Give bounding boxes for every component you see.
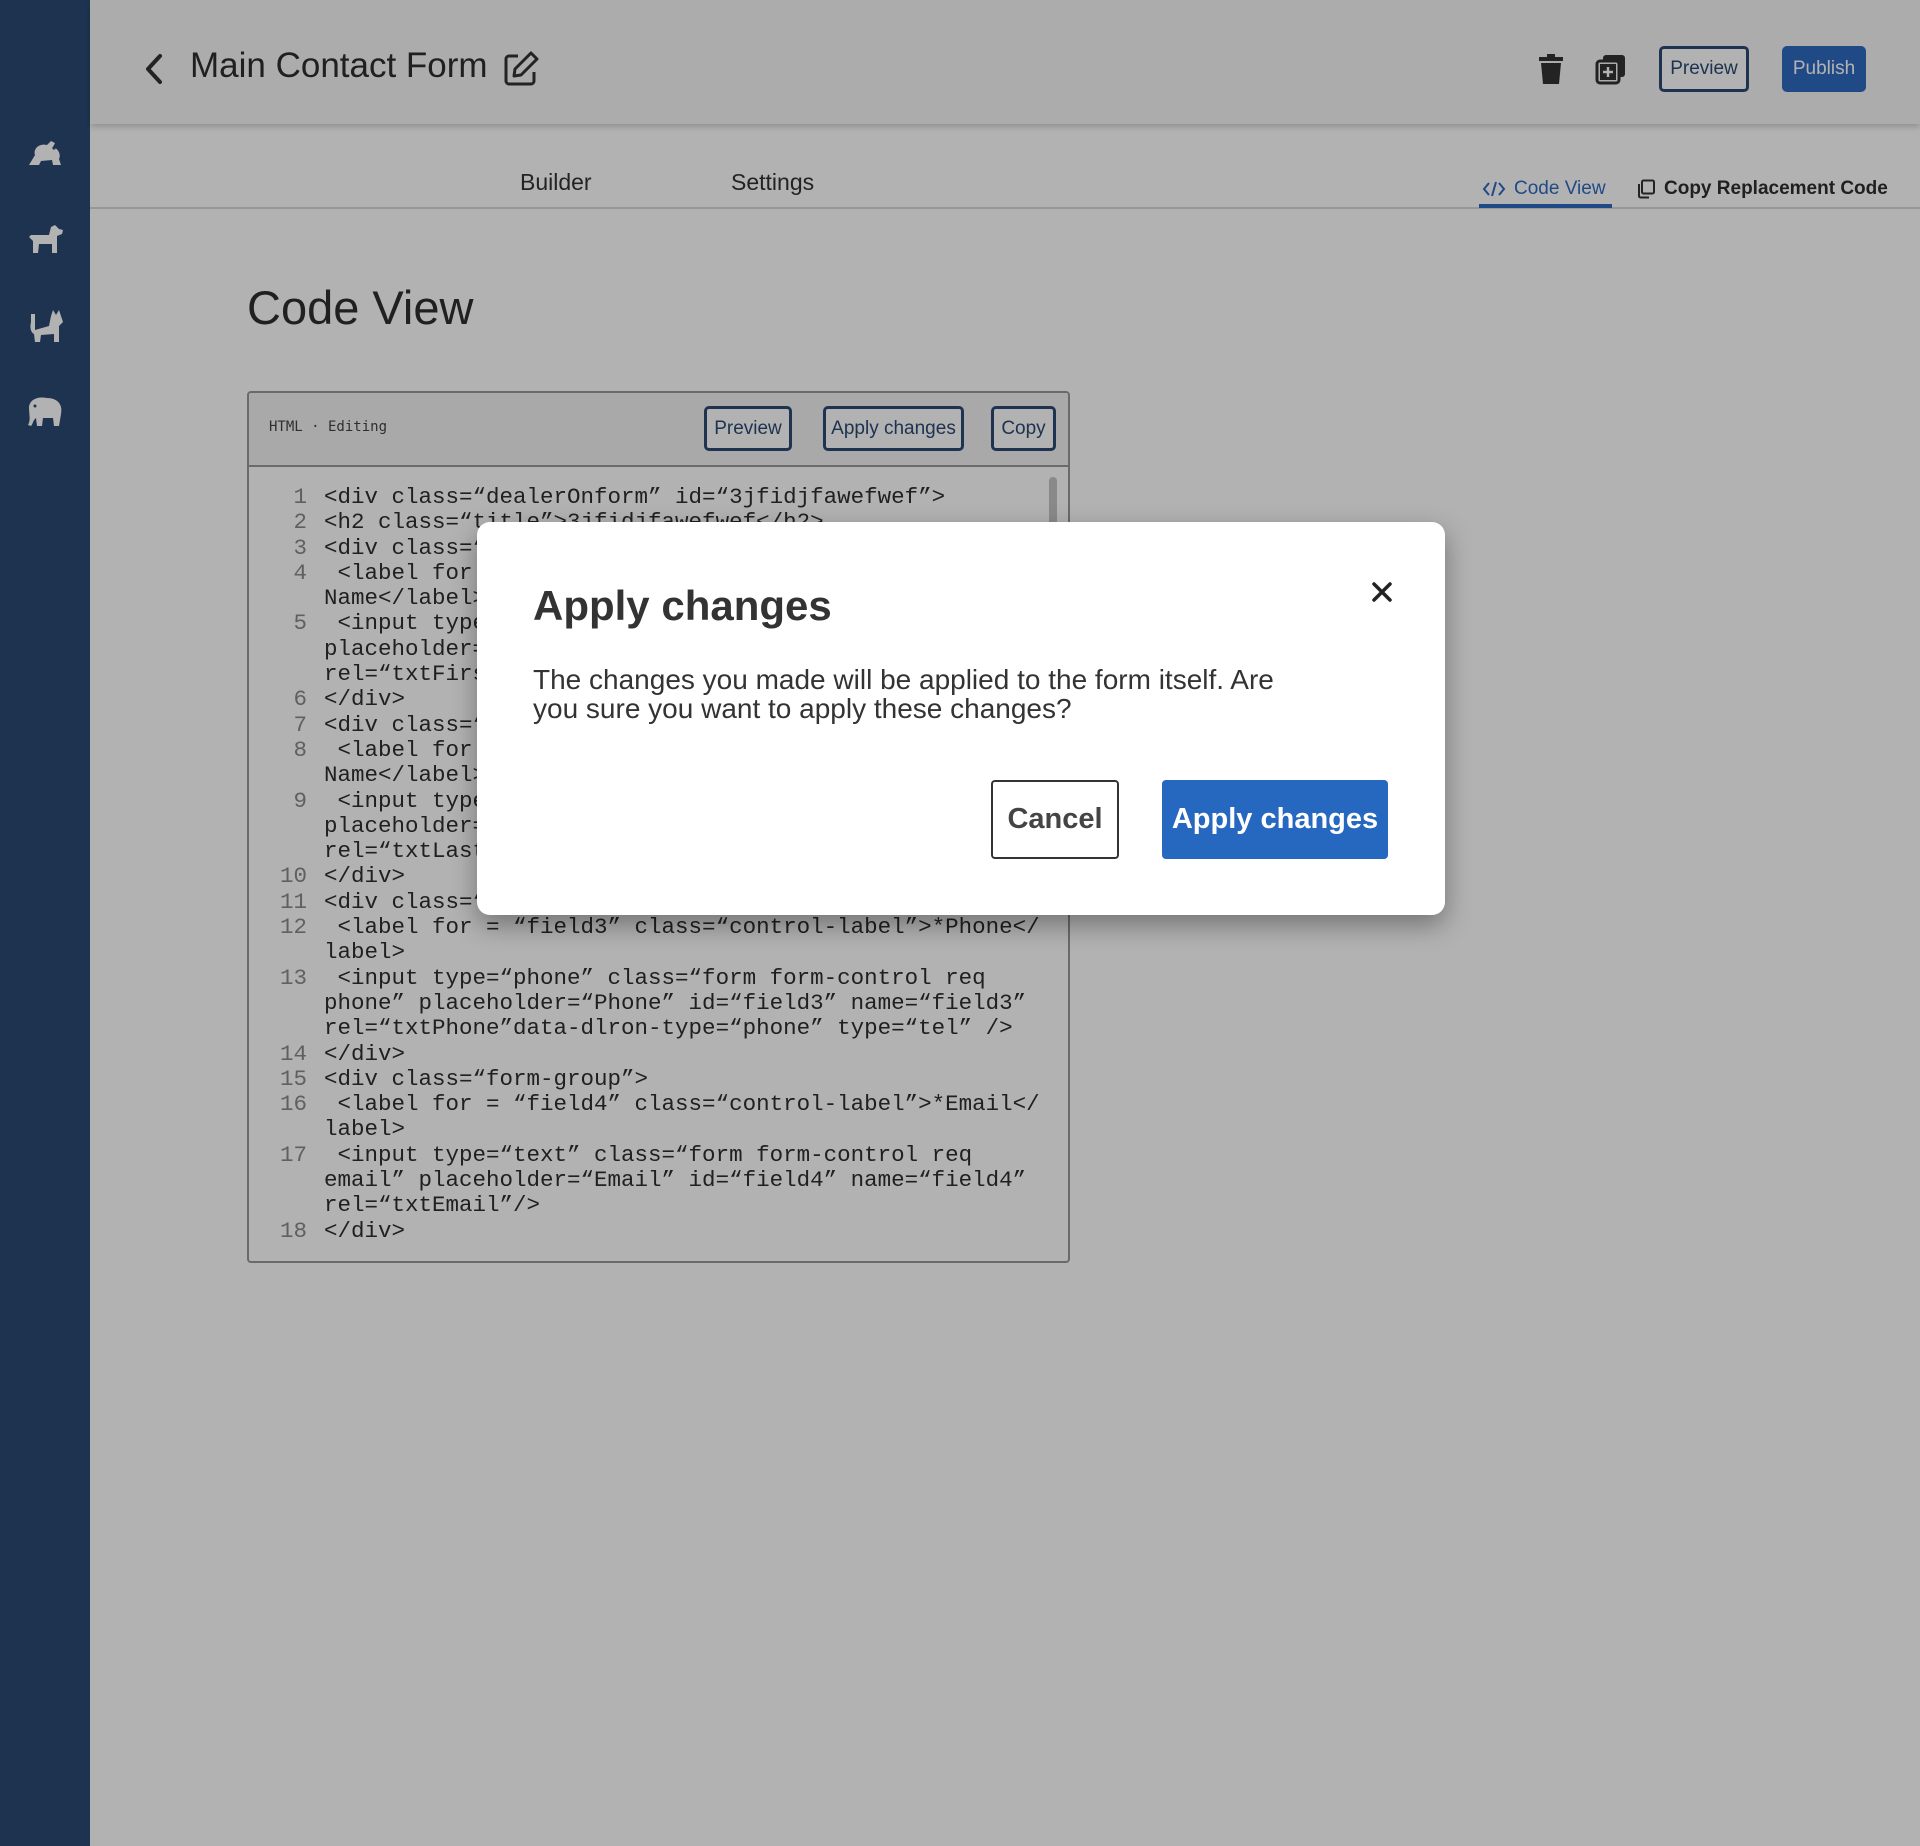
apply-changes-dialog: Apply changes The changes you made will … (477, 522, 1445, 915)
dialog-title: Apply changes (533, 582, 832, 629)
modal-backdrop[interactable] (0, 0, 1920, 1846)
apply-changes-button[interactable]: Apply changes (1162, 780, 1388, 859)
dialog-message: The changes you made will be applied to … (533, 664, 1274, 724)
cancel-button[interactable]: Cancel (991, 780, 1119, 859)
close-icon[interactable] (1362, 572, 1402, 612)
